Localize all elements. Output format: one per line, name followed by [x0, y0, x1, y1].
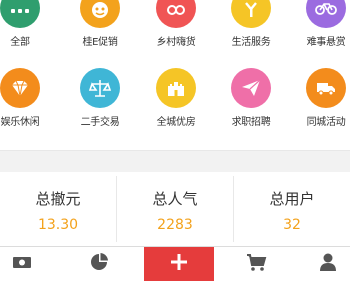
- category-promotion[interactable]: 桂E促销: [60, 0, 140, 48]
- service-icon: [231, 0, 271, 28]
- category-all[interactable]: 全部: [0, 0, 60, 48]
- category-label: 生活服务: [231, 37, 271, 48]
- tab-profile[interactable]: [293, 247, 350, 281]
- category-label: 全城优房: [156, 117, 196, 128]
- castle-icon: [156, 68, 196, 108]
- money-icon: [11, 251, 33, 277]
- category-jobs[interactable]: 求职招聘: [211, 68, 291, 128]
- user-icon: [317, 251, 339, 277]
- category-life-service[interactable]: 生活服务: [211, 0, 291, 48]
- category-label: 难事悬赏: [306, 37, 346, 48]
- tab-statistics[interactable]: [64, 247, 134, 281]
- scale-icon: [80, 68, 120, 108]
- category-grid: 全部 桂E促销 乡村嗨货 生活服务 难事悬赏 娱乐休闲 二手交易 全城优房 求职…: [0, 0, 350, 150]
- paper-plane-icon: [231, 68, 271, 108]
- category-bounty[interactable]: 难事悬赏: [286, 0, 350, 48]
- category-label: 求职招聘: [231, 117, 271, 128]
- stat-value: 13.30: [37, 217, 79, 233]
- tab-cart[interactable]: [221, 247, 291, 281]
- stat-total-users: 总用户 32: [234, 172, 350, 246]
- stats-panel: 总撤元 13.30 总人气 2283 总用户 32: [0, 172, 350, 246]
- category-label: 桂E促销: [82, 37, 118, 48]
- plus-icon: [168, 251, 190, 277]
- stat-title: 总用户: [269, 190, 315, 208]
- basket-icon: [156, 0, 196, 28]
- stat-total-popularity: 总人气 2283: [117, 172, 233, 246]
- tab-publish[interactable]: [144, 247, 214, 281]
- bike-icon: [306, 0, 346, 28]
- category-label: 乡村嗨货: [156, 37, 196, 48]
- category-label: 娱乐休闲: [0, 117, 40, 128]
- stat-title: 总人气: [152, 190, 198, 208]
- pie-chart-icon: [88, 251, 110, 277]
- diamond-icon: [0, 68, 40, 108]
- category-events[interactable]: 同城活动: [286, 68, 350, 128]
- category-housing[interactable]: 全城优房: [136, 68, 216, 128]
- section-divider: [0, 150, 350, 173]
- category-second-hand[interactable]: 二手交易: [60, 68, 140, 128]
- category-village-goods[interactable]: 乡村嗨货: [136, 0, 216, 48]
- stat-value: 32: [283, 217, 301, 233]
- category-label: 全部: [10, 37, 30, 48]
- smiley-icon: [80, 0, 120, 28]
- truck-icon: [306, 68, 346, 108]
- bottom-tab-bar: [0, 246, 350, 281]
- tab-money[interactable]: [0, 247, 57, 281]
- stat-value: 2283: [157, 217, 193, 233]
- cart-icon: [245, 251, 267, 277]
- category-label: 同城活动: [306, 117, 346, 128]
- category-label: 二手交易: [80, 117, 120, 128]
- stat-total-withdraw: 总撤元 13.30: [0, 172, 116, 246]
- stat-title: 总撤元: [35, 190, 81, 208]
- category-entertainment[interactable]: 娱乐休闲: [0, 68, 60, 128]
- apps-icon: [0, 0, 40, 28]
